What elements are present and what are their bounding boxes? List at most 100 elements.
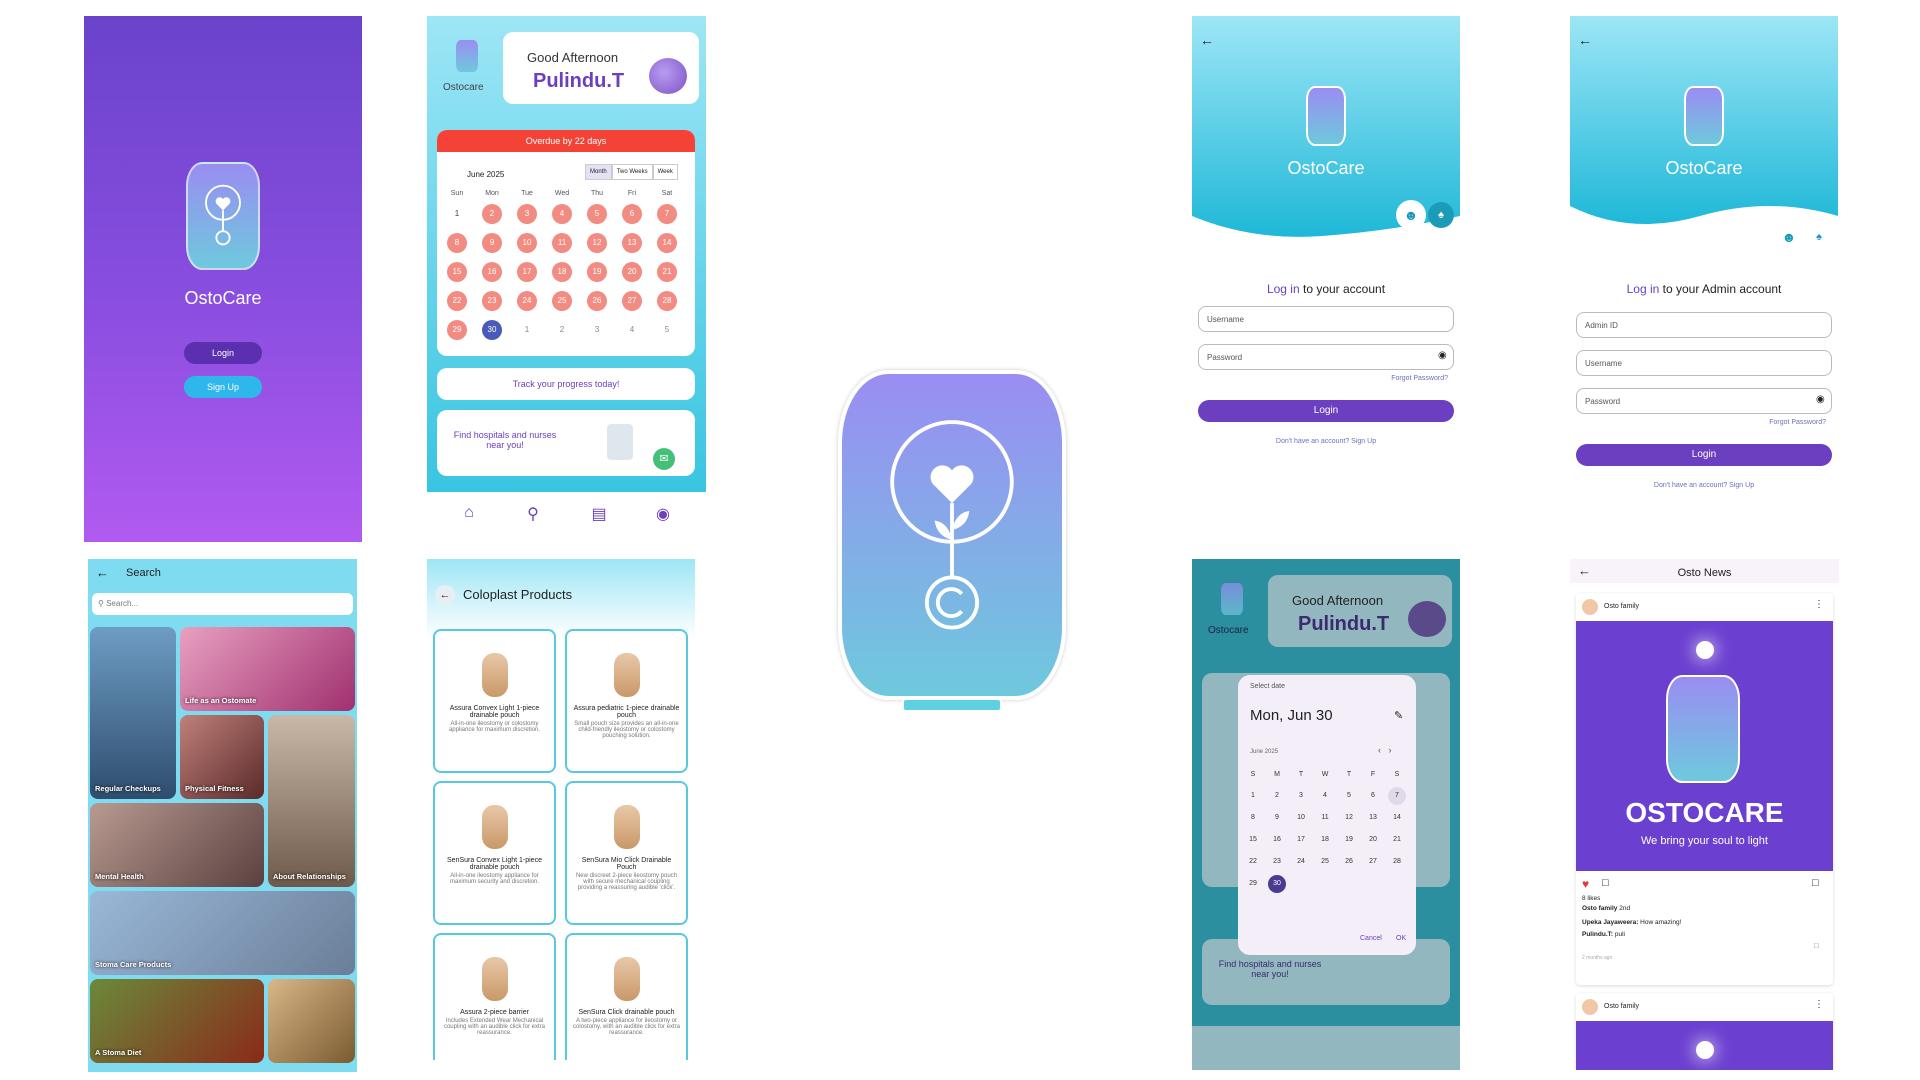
user-mode-icon[interactable]: ☻ xyxy=(1774,222,1804,252)
date-cell[interactable]: 20 xyxy=(1364,831,1382,849)
calendar-day[interactable]: 10 xyxy=(517,233,537,253)
date-cell[interactable]: 1 xyxy=(1244,787,1262,805)
product-card[interactable]: SenSura Mio Click Drainable Pouch New dis… xyxy=(565,781,688,925)
signup-link[interactable]: Don't have an account? Sign Up xyxy=(1570,482,1838,489)
tile-physical-fitness[interactable]: Physical Fitness xyxy=(180,715,264,799)
profile-icon[interactable]: ◉ xyxy=(653,504,673,524)
calendar-day[interactable]: 7 xyxy=(657,204,677,224)
username-field[interactable]: Username xyxy=(1576,350,1832,376)
date-cell[interactable]: 3 xyxy=(1292,787,1310,805)
date-cell[interactable]: 6 xyxy=(1364,787,1382,805)
date-cell[interactable]: 12 xyxy=(1340,809,1358,827)
calendar-day[interactable]: 2 xyxy=(482,204,502,224)
tile-about-relationships[interactable]: About Relationships xyxy=(268,715,355,887)
heart-icon[interactable]: ♥ xyxy=(1582,877,1589,891)
eye-icon[interactable]: ◉ xyxy=(1438,350,1447,361)
date-cell[interactable]: 7 xyxy=(1388,787,1406,805)
date-cell[interactable]: 28 xyxy=(1388,853,1406,871)
search-input[interactable]: ⚲ Search... xyxy=(92,593,353,615)
login-button[interactable]: Login xyxy=(1576,444,1832,466)
date-cell[interactable]: 21 xyxy=(1388,831,1406,849)
month-nav[interactable]: ‹ › xyxy=(1378,745,1392,755)
month-label[interactable]: June 2025 xyxy=(467,170,504,179)
password-field[interactable]: Password xyxy=(1576,388,1832,414)
date-cell[interactable]: 30 xyxy=(1268,875,1286,893)
product-card[interactable]: SenSura Convex Light 1-piece drainable p… xyxy=(433,781,556,925)
calendar-day[interactable]: 27 xyxy=(622,291,642,311)
date-cell[interactable]: 16 xyxy=(1268,831,1286,849)
calendar-day[interactable]: 28 xyxy=(657,291,677,311)
date-cell[interactable]: 4 xyxy=(1316,787,1334,805)
delete-icon[interactable]: □ xyxy=(1814,941,1819,950)
calendar-day[interactable]: 1 xyxy=(517,320,537,340)
signup-link[interactable]: Don't have an account? Sign Up xyxy=(1192,438,1460,445)
password-field[interactable]: Password xyxy=(1198,344,1454,370)
calendar-day[interactable]: 5 xyxy=(587,204,607,224)
calendar-day[interactable]: 9 xyxy=(482,233,502,253)
calendar-day[interactable]: 13 xyxy=(622,233,642,253)
notes-icon[interactable]: ▤ xyxy=(589,504,609,524)
calendar-day[interactable]: 3 xyxy=(587,320,607,340)
calendar-day[interactable]: 14 xyxy=(657,233,677,253)
back-arrow-icon[interactable]: ← xyxy=(1578,32,1592,48)
tab-two-weeks[interactable]: Two Weeks xyxy=(611,164,653,180)
tab-week[interactable]: Week xyxy=(652,164,678,180)
date-cell[interactable]: 8 xyxy=(1244,809,1262,827)
date-cell[interactable]: 25 xyxy=(1316,853,1334,871)
calendar-day[interactable]: 21 xyxy=(657,262,677,282)
date-cell[interactable]: 9 xyxy=(1268,809,1286,827)
calendar-day[interactable]: 2 xyxy=(552,320,572,340)
tile-extra[interactable] xyxy=(268,979,355,1063)
tile-mental-health[interactable]: Mental Health xyxy=(90,803,264,887)
tile-regular-checkups[interactable]: Regular Checkups xyxy=(90,627,176,799)
month-dropdown[interactable]: June 2025 xyxy=(1250,749,1278,755)
track-card[interactable]: Track your progress today! xyxy=(437,368,695,400)
date-cell[interactable]: 24 xyxy=(1292,853,1310,871)
forgot-password-link[interactable]: Forgot Password? xyxy=(1391,375,1448,382)
bookmark-icon[interactable]: □ xyxy=(1812,877,1819,889)
cancel-button[interactable]: Cancel xyxy=(1360,935,1382,942)
calendar-day[interactable]: 12 xyxy=(587,233,607,253)
admin-mode-icon[interactable]: ♠ xyxy=(1806,224,1832,250)
calendar-day[interactable]: 4 xyxy=(622,320,642,340)
product-card[interactable]: Assura pediatric 1-piece drainable pouch… xyxy=(565,629,688,773)
date-cell[interactable]: 13 xyxy=(1364,809,1382,827)
date-cell[interactable]: 23 xyxy=(1268,853,1286,871)
date-cell[interactable]: 22 xyxy=(1244,853,1262,871)
date-cell[interactable]: 26 xyxy=(1340,853,1358,871)
calendar-day[interactable]: 5 xyxy=(657,320,677,340)
product-card[interactable]: Assura 2-piece barrier Includes Extended … xyxy=(433,933,556,1060)
calendar-day[interactable]: 11 xyxy=(552,233,572,253)
home-icon[interactable]: ⌂ xyxy=(459,504,479,524)
calendar-day[interactable]: 24 xyxy=(517,291,537,311)
tile-life-as-ostomate[interactable]: Life as an Ostomate xyxy=(180,627,355,711)
calendar-day[interactable]: 17 xyxy=(517,262,537,282)
admin-id-field[interactable]: Admin ID xyxy=(1576,312,1832,338)
comment-icon[interactable]: □ xyxy=(1602,877,1609,889)
date-cell[interactable]: 18 xyxy=(1316,831,1334,849)
calendar-day[interactable]: 29 xyxy=(447,320,467,340)
more-icon[interactable]: ⋮ xyxy=(1814,999,1824,1010)
calendar-day[interactable]: 19 xyxy=(587,262,607,282)
date-cell[interactable]: 17 xyxy=(1292,831,1310,849)
calendar-day[interactable]: 4 xyxy=(552,204,572,224)
calendar-day[interactable]: 25 xyxy=(552,291,572,311)
calendar-day[interactable]: 22 xyxy=(447,291,467,311)
more-icon[interactable]: ⋮ xyxy=(1814,599,1824,610)
tile-stoma-diet[interactable]: A Stoma Diet xyxy=(90,979,264,1063)
hospital-card[interactable]: Find hospitals and nurses near you! ✉ xyxy=(437,410,695,476)
calendar-day[interactable]: 15 xyxy=(447,262,467,282)
calendar-day[interactable]: 1 xyxy=(447,204,467,224)
tab-month[interactable]: Month xyxy=(585,164,612,180)
calendar-day[interactable]: 23 xyxy=(482,291,502,311)
signup-button[interactable]: Sign Up xyxy=(184,376,262,398)
forgot-password-link[interactable]: Forgot Password? xyxy=(1769,419,1826,426)
login-button[interactable]: Login xyxy=(184,342,262,364)
product-card[interactable]: Assura Convex Light 1-piece drainable po… xyxy=(433,629,556,773)
chat-icon[interactable]: ✉ xyxy=(653,448,675,470)
date-cell[interactable]: 15 xyxy=(1244,831,1262,849)
date-cell[interactable]: 11 xyxy=(1316,809,1334,827)
ok-button[interactable]: OK xyxy=(1396,935,1406,942)
tile-stoma-care-products[interactable]: Stoma Care Products xyxy=(90,891,355,975)
user-mode-icon[interactable]: ☻ xyxy=(1396,200,1426,230)
